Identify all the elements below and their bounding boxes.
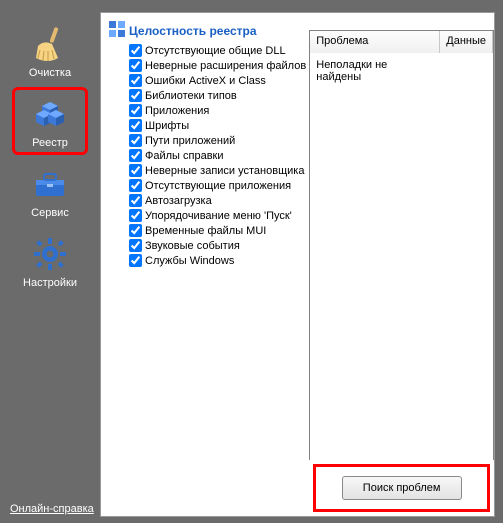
checklist-item[interactable]: Пути приложений	[109, 133, 305, 148]
checklist-item[interactable]: Библиотеки типов	[109, 88, 305, 103]
checklist-checkbox[interactable]	[129, 239, 142, 252]
checklist-label: Упорядочивание меню 'Пуск'	[145, 210, 292, 222]
checklist-item[interactable]: Шрифты	[109, 118, 305, 133]
sidebar-item-label: Настройки	[23, 277, 77, 289]
cell-data	[440, 53, 493, 89]
checklist-checkbox[interactable]	[129, 119, 142, 132]
checklist-label: Шрифты	[145, 120, 189, 132]
results-row[interactable]: Неполадки не найдены	[310, 53, 493, 89]
results-header: Проблема Данные	[310, 31, 493, 53]
checklist-label: Ошибки ActiveX и Class	[145, 75, 266, 87]
checklist-item[interactable]: Упорядочивание меню 'Пуск'	[109, 208, 305, 223]
checklist-item[interactable]: Отсутствующие приложения	[109, 178, 305, 193]
checklist-checkbox[interactable]	[129, 134, 142, 147]
checklist-item[interactable]: Автозагрузка	[109, 193, 305, 208]
checklist-item[interactable]: Неверные записи установщика	[109, 163, 305, 178]
sidebar: Очистка Реестр	[0, 0, 100, 523]
checklist-item[interactable]: Приложения	[109, 103, 305, 118]
checklist-label: Неверные записи установщика	[145, 165, 304, 177]
checklist-item[interactable]: Ошибки ActiveX и Class	[109, 73, 305, 88]
broom-icon	[30, 24, 70, 64]
help-link[interactable]: Онлайн-справка	[10, 503, 94, 515]
sidebar-item-tools[interactable]: Сервис	[15, 160, 85, 222]
checklist-label: Неверные расширения файлов	[145, 60, 306, 72]
scan-button[interactable]: Поиск проблем	[342, 476, 462, 500]
checklist-label: Автозагрузка	[145, 195, 212, 207]
checklist-checkbox[interactable]	[129, 104, 142, 117]
checklist-checkbox[interactable]	[129, 224, 142, 237]
sidebar-item-registry[interactable]: Реестр	[15, 90, 85, 152]
cell-problem: Неполадки не найдены	[310, 53, 440, 89]
checklist-label: Библиотеки типов	[145, 90, 237, 102]
checklist-checkbox[interactable]	[129, 149, 142, 162]
checklist-label: Звуковые события	[145, 240, 240, 252]
checklist-checkbox[interactable]	[129, 179, 142, 192]
sidebar-item-cleanup[interactable]: Очистка	[15, 20, 85, 82]
checklist-label: Отсутствующие приложения	[145, 180, 291, 192]
checklist-label: Приложения	[145, 105, 209, 117]
checklist-checkbox[interactable]	[129, 209, 142, 222]
checklist-label: Временные файлы MUI	[145, 225, 266, 237]
section-title: Целостность реестра	[129, 24, 257, 38]
checklist-checkbox[interactable]	[129, 59, 142, 72]
checklist-item[interactable]: Звуковые события	[109, 238, 305, 253]
checklist-item[interactable]: Неверные расширения файлов	[109, 58, 305, 73]
sidebar-item-label: Сервис	[31, 207, 69, 219]
column-header-problem[interactable]: Проблема	[310, 31, 440, 53]
checklist-checkbox[interactable]	[129, 89, 142, 102]
results-body: Неполадки не найдены	[310, 53, 493, 460]
checklist-checkbox[interactable]	[129, 194, 142, 207]
toolbox-icon	[30, 164, 70, 204]
checklist-checkbox[interactable]	[129, 164, 142, 177]
checklist-item[interactable]: Службы Windows	[109, 253, 305, 268]
checklist-label: Службы Windows	[145, 255, 234, 267]
sidebar-item-settings[interactable]: Настройки	[15, 230, 85, 292]
checklist-label: Отсутствующие общие DLL	[145, 45, 286, 57]
checklist-checkbox[interactable]	[129, 44, 142, 57]
results-panel: Проблема Данные Неполадки не найдены Пои…	[309, 13, 494, 516]
checklist-label: Файлы справки	[145, 150, 224, 162]
checklist-checkbox[interactable]	[129, 74, 142, 87]
section-header: Целостность реестра	[109, 21, 305, 40]
column-header-data[interactable]: Данные	[440, 31, 493, 53]
checklist-item[interactable]: Файлы справки	[109, 148, 305, 163]
results-table: Проблема Данные Неполадки не найдены	[309, 30, 494, 460]
checklist-item[interactable]: Временные файлы MUI	[109, 223, 305, 238]
sidebar-item-label: Очистка	[29, 67, 71, 79]
sidebar-item-label: Реестр	[32, 137, 68, 149]
gear-icon	[30, 234, 70, 274]
checklist-item[interactable]: Отсутствующие общие DLL	[109, 43, 305, 58]
button-bar: Поиск проблем	[313, 464, 490, 512]
registry-section-icon	[109, 21, 125, 40]
main-panel: Целостность реестра Отсутствующие общие …	[100, 12, 495, 517]
checklist-checkbox[interactable]	[129, 254, 142, 267]
checklist-panel: Целостность реестра Отсутствующие общие …	[101, 13, 309, 516]
registry-cubes-icon	[30, 94, 70, 134]
checklist-label: Пути приложений	[145, 135, 235, 147]
